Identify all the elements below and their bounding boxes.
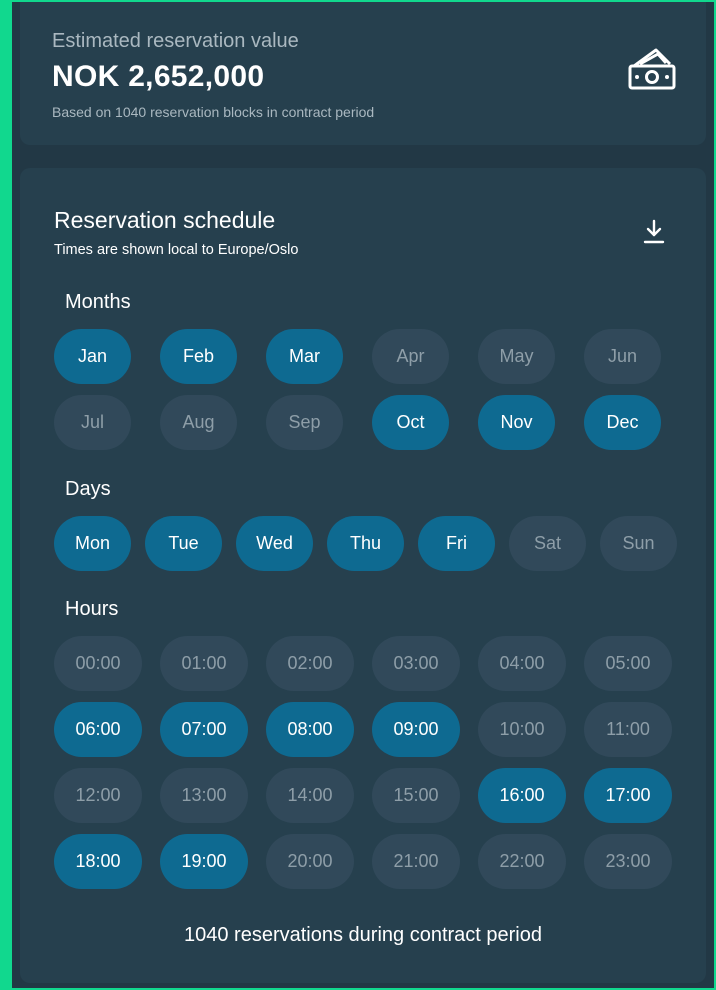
hour-toggle[interactable]: 08:00 xyxy=(266,702,354,757)
hour-toggle[interactable]: 07:00 xyxy=(160,702,248,757)
day-toggle[interactable]: Wed xyxy=(236,516,313,571)
estimated-value-amount: NOK 2,652,000 xyxy=(52,60,265,93)
months-label: Months xyxy=(65,291,131,313)
hour-toggle[interactable]: 19:00 xyxy=(160,834,248,889)
hour-toggle[interactable]: 12:00 xyxy=(54,768,142,823)
hour-toggle[interactable]: 20:00 xyxy=(266,834,354,889)
timezone-note: Times are shown local to Europe/Oslo xyxy=(54,242,299,258)
hour-toggle[interactable]: 13:00 xyxy=(160,768,248,823)
days-selector: Mon Tue Wed Thu Fri Sat Sun xyxy=(54,516,677,571)
month-toggle[interactable]: Jul xyxy=(54,395,131,450)
days-label: Days xyxy=(65,478,111,500)
day-toggle[interactable]: Thu xyxy=(327,516,404,571)
month-toggle[interactable]: Apr xyxy=(372,329,449,384)
month-toggle[interactable]: Sep xyxy=(266,395,343,450)
estimated-value-label: Estimated reservation value xyxy=(52,30,299,52)
hours-label: Hours xyxy=(65,598,119,620)
hour-toggle[interactable]: 03:00 xyxy=(372,636,460,691)
day-toggle[interactable]: Sat xyxy=(509,516,586,571)
month-toggle[interactable]: Dec xyxy=(584,395,661,450)
day-toggle[interactable]: Tue xyxy=(145,516,222,571)
month-toggle[interactable]: Feb xyxy=(160,329,237,384)
day-toggle[interactable]: Fri xyxy=(418,516,495,571)
hour-toggle[interactable]: 21:00 xyxy=(372,834,460,889)
month-toggle[interactable]: Oct xyxy=(372,395,449,450)
month-toggle[interactable]: May xyxy=(478,329,555,384)
hour-toggle[interactable]: 04:00 xyxy=(478,636,566,691)
month-toggle[interactable]: Aug xyxy=(160,395,237,450)
months-selector: Jan Feb Mar Apr May Jun Jul Aug Sep Oct Nov Dec xyxy=(54,329,661,450)
hours-selector: 00:00 01:00 02:00 03:00 04:00 05:00 06:00 07:00… xyxy=(54,636,672,889)
hour-toggle[interactable]: 11:00 xyxy=(584,702,672,757)
hour-toggle[interactable]: 02:00 xyxy=(266,636,354,691)
hour-toggle[interactable]: 16:00 xyxy=(478,768,566,823)
month-toggle[interactable]: Jan xyxy=(54,329,131,384)
hour-toggle[interactable]: 17:00 xyxy=(584,768,672,823)
month-toggle[interactable]: Nov xyxy=(478,395,555,450)
hour-toggle[interactable]: 22:00 xyxy=(478,834,566,889)
day-toggle[interactable]: Sun xyxy=(600,516,677,571)
reservation-schedule-card: Reservation schedule Times are shown loc… xyxy=(20,168,706,983)
download-icon[interactable] xyxy=(642,218,666,246)
hour-toggle[interactable]: 05:00 xyxy=(584,636,672,691)
hour-toggle[interactable]: 10:00 xyxy=(478,702,566,757)
month-toggle[interactable]: Jun xyxy=(584,329,661,384)
hour-toggle[interactable]: 00:00 xyxy=(54,636,142,691)
hour-toggle[interactable]: 01:00 xyxy=(160,636,248,691)
hour-toggle[interactable]: 18:00 xyxy=(54,834,142,889)
money-icon xyxy=(628,48,676,90)
hour-toggle[interactable]: 23:00 xyxy=(584,834,672,889)
reservation-count-summary: 1040 reservations during contract period xyxy=(184,924,542,946)
month-toggle[interactable]: Mar xyxy=(266,329,343,384)
day-toggle[interactable]: Mon xyxy=(54,516,131,571)
hour-toggle[interactable]: 09:00 xyxy=(372,702,460,757)
hour-toggle[interactable]: 06:00 xyxy=(54,702,142,757)
hour-toggle[interactable]: 15:00 xyxy=(372,768,460,823)
estimated-value-note: Based on 1040 reservation blocks in cont… xyxy=(52,104,375,120)
app-frame: Estimated reservation value NOK 2,652,00… xyxy=(12,2,714,988)
estimated-value-card: Estimated reservation value NOK 2,652,00… xyxy=(20,2,706,145)
hour-toggle[interactable]: 14:00 xyxy=(266,768,354,823)
schedule-title: Reservation schedule xyxy=(54,207,276,233)
